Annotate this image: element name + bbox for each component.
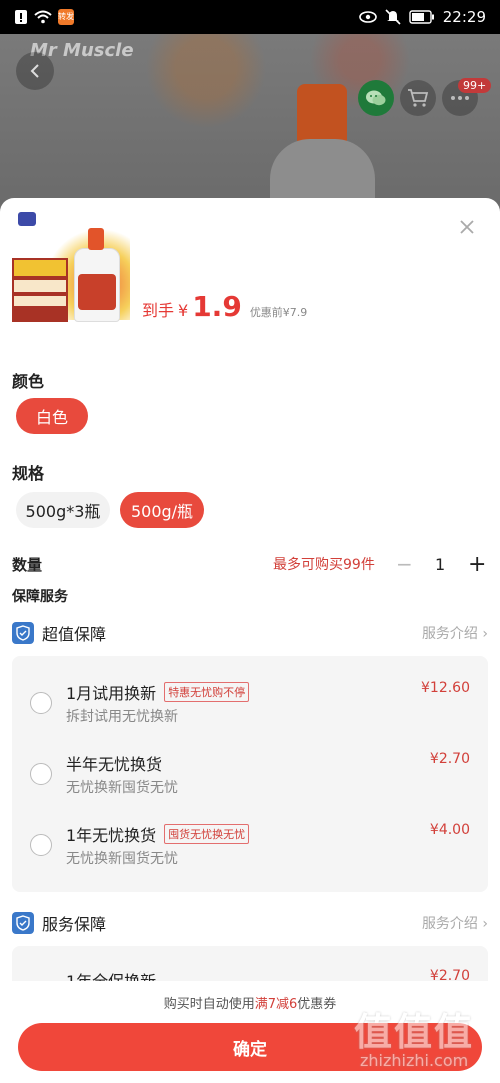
background-bottle: [270, 139, 375, 204]
price-row: 到手 ¥ 1.9 优惠前¥7.9: [142, 290, 307, 323]
status-bar-left: 转发: [14, 9, 74, 25]
cart-icon: [408, 89, 429, 107]
service-intro-link[interactable]: 服务介绍 ›: [422, 913, 488, 933]
bottom-action-bar: 购买时自动使用满7减6优惠券 确定: [0, 981, 500, 1083]
radio-button[interactable]: [30, 763, 52, 785]
quantity-limit: 最多可购买99件: [273, 557, 375, 573]
quantity-value[interactable]: 1: [435, 555, 445, 574]
close-button[interactable]: [456, 218, 478, 240]
guarantee-option-price: ¥4.00: [429, 822, 470, 838]
quantity-row: 数量 最多可购买99件 − 1 +: [12, 552, 488, 577]
spec-option-3-bottles[interactable]: 500g*3瓶: [16, 492, 110, 528]
service-intro-label: 服务介绍: [421, 626, 478, 642]
status-bar: 转发 22:29: [0, 0, 500, 34]
mute-icon: [385, 9, 401, 25]
original-price: 优惠前¥7.9: [249, 306, 308, 319]
chevron-right-icon: ›: [482, 916, 488, 932]
quantity-increment-button[interactable]: +: [468, 552, 486, 577]
service-intro-label: 服务介绍: [421, 916, 478, 932]
thumbnail-bottle-label: [78, 274, 116, 310]
guarantee-option-name-row: 1月试用换新 特惠无忧购不停: [66, 680, 250, 704]
notification-badge: 转发: [58, 9, 74, 25]
guarantee-group-title: 服务保障: [42, 915, 107, 934]
radio-button[interactable]: [30, 692, 52, 714]
background-bottle-cap: [297, 84, 347, 144]
guarantee-option-desc: 无忧换新囤货无忧: [66, 780, 178, 796]
guarantee-option-desc: 拆封试用无忧换新: [66, 709, 178, 725]
shield-icon: [12, 622, 34, 644]
shield-icon: [12, 912, 34, 934]
guarantee-option-price: ¥2.70: [429, 751, 470, 767]
coupon-highlight: 满7减6: [254, 997, 298, 1012]
coupon-prefix: 购买时自动使用: [163, 997, 255, 1012]
price-currency: ¥: [178, 301, 189, 320]
coupon-note: 购买时自动使用满7减6优惠券: [0, 993, 500, 1012]
cart-button[interactable]: [400, 80, 436, 116]
guarantee-options-panel: 1月试用换新 特惠无忧购不停 拆封试用无忧换新 ¥12.60 半年无忧换货 无忧…: [12, 656, 488, 892]
close-icon: [460, 220, 474, 234]
message-count-badge: 99+: [458, 78, 492, 93]
guarantee-option[interactable]: 1年无忧换货 囤货无忧换无忧 无忧换新囤货无忧 ¥4.00: [12, 814, 488, 874]
guarantee-option[interactable]: 1月试用换新 特惠无忧购不停 拆封试用无忧换新 ¥12.60: [12, 672, 488, 732]
guarantee-group-header-service: 服务保障 服务介绍 ›: [12, 910, 488, 936]
alert-icon: [14, 9, 28, 25]
color-section-title: 颜色: [12, 372, 45, 391]
background-product-page: Mr Muscle 99+: [0, 34, 500, 204]
spec-section-title: 规格: [12, 464, 45, 483]
guarantee-option[interactable]: 半年无忧换货 无忧换新囤货无忧 ¥2.70: [12, 743, 488, 803]
back-arrow-icon: [30, 64, 39, 78]
more-icon: [451, 96, 469, 100]
quantity-decrement-button[interactable]: −: [396, 552, 413, 576]
guarantee-option-name-row: 半年无忧换货: [66, 751, 162, 775]
thumbnail-promo-top: [14, 260, 66, 276]
eye-icon: [358, 11, 377, 23]
product-thumbnail: [12, 210, 130, 325]
status-bar-right: 22:29: [358, 8, 486, 26]
color-option-white[interactable]: 白色: [16, 398, 88, 434]
wechat-icon: [366, 90, 386, 106]
service-intro-link[interactable]: 服务介绍 ›: [422, 623, 488, 643]
guarantee-option-name: 1年无忧换货: [66, 826, 157, 845]
guarantee-option-name: 1月试用换新: [66, 684, 157, 703]
spec-option-single-bottle[interactable]: 500g/瓶: [120, 492, 204, 528]
thumbnail-promo-line-2: [14, 296, 66, 306]
guarantee-option-name-row: 1年无忧换货 囤货无忧换无忧: [66, 822, 250, 846]
guarantee-option-price: ¥12.60: [421, 680, 470, 696]
wechat-share-button[interactable]: [358, 80, 394, 116]
sku-selector-sheet: 到手 ¥ 1.9 优惠前¥7.9 颜色 白色 规格 500g*3瓶 500g/瓶…: [0, 198, 500, 1083]
price-value: 1.9: [192, 290, 242, 323]
price-label: 到手: [142, 301, 175, 320]
confirm-button[interactable]: 确定: [18, 1023, 482, 1071]
status-time: 22:29: [442, 8, 486, 26]
thumbnail-bottle-cap: [88, 228, 104, 250]
chevron-right-icon: ›: [482, 626, 488, 642]
quantity-label: 数量: [12, 555, 43, 574]
guarantee-section-title: 保障服务: [12, 589, 68, 605]
back-button[interactable]: [16, 52, 54, 90]
battery-icon: [409, 10, 435, 24]
guarantee-option-desc: 无忧换新囤货无忧: [66, 851, 178, 867]
guarantee-group-title: 超值保障: [42, 625, 107, 644]
guarantee-option-tag: 特惠无忧购不停: [164, 682, 250, 702]
coupon-suffix: 优惠券: [297, 997, 337, 1012]
wifi-icon: [34, 10, 52, 24]
guarantee-option-tag: 囤货无忧换无忧: [164, 824, 250, 844]
brand-mini-logo: [18, 212, 36, 226]
guarantee-option-name: 半年无忧换货: [66, 755, 163, 774]
radio-button[interactable]: [30, 834, 52, 856]
thumbnail-promo-line: [14, 280, 66, 292]
guarantee-group-header-premium: 超值保障 服务介绍 ›: [12, 620, 488, 646]
